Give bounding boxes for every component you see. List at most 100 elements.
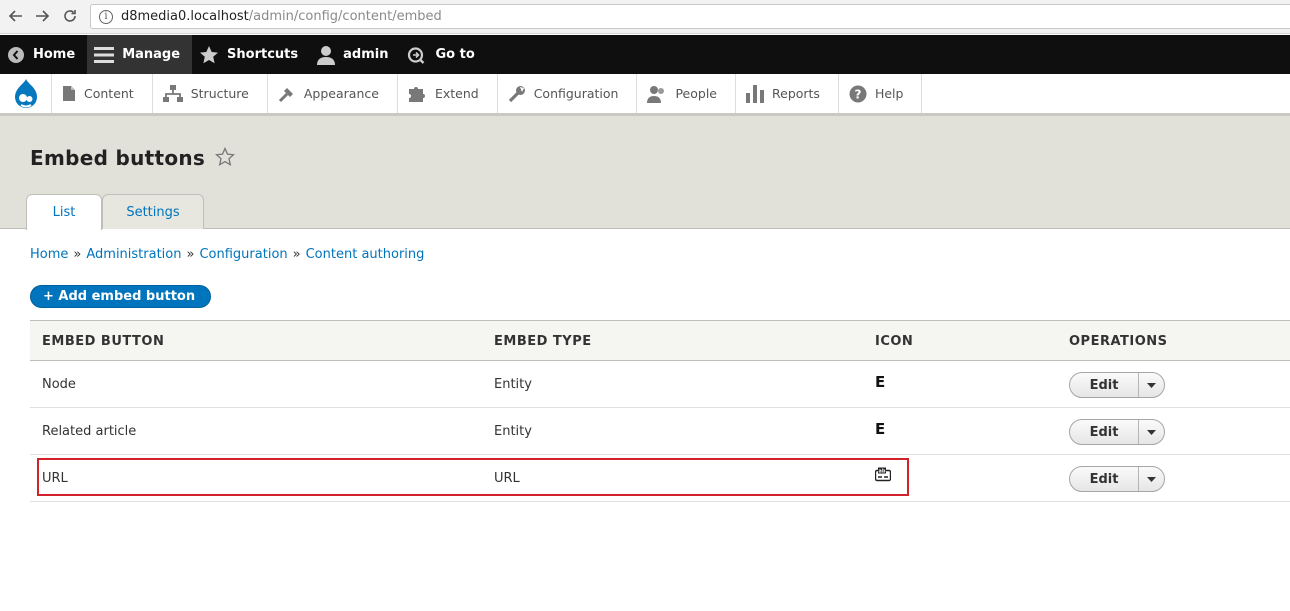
drupal-logo[interactable] (0, 74, 52, 113)
edit-button[interactable]: Edit (1070, 373, 1139, 397)
tab-list-label: List (52, 205, 76, 220)
tray-label-appearance: Appearance (303, 86, 379, 101)
arrow-left-icon (8, 10, 22, 22)
sitemap-icon (162, 85, 183, 102)
star-icon (200, 45, 219, 63)
page-header: Embed buttons List Settings (0, 116, 1290, 230)
row-type: Entity (494, 377, 532, 392)
tray-label-configuration: Configuration (533, 86, 619, 101)
url-path: /admin/config/content/embed (248, 9, 442, 24)
tray-label-help: Help (874, 86, 904, 101)
column-header-embed-type: EMBED TYPE (494, 334, 592, 349)
url-host: d8media0.localhost (121, 9, 249, 24)
shortcut-star-icon[interactable] (215, 147, 235, 167)
column-header-operations: OPERATIONS (1069, 334, 1168, 349)
dropbutton-toggle[interactable] (1139, 373, 1164, 397)
tab-list[interactable]: List (26, 194, 102, 230)
caret-down-icon (1147, 382, 1156, 388)
puzzle-icon (408, 86, 425, 102)
tray-item-configuration[interactable]: Configuration (498, 74, 638, 113)
toolbar-shortcuts-label: Shortcuts (227, 47, 299, 62)
edit-button[interactable]: Edit (1070, 420, 1139, 444)
admin-menu-tray: Content Structure Appearance Extend Conf… (0, 74, 1290, 116)
tray-label-extend: Extend (434, 86, 479, 101)
add-embed-button-label: + Add embed button (43, 289, 196, 304)
column-header-embed-button: EMBED BUTTON (42, 334, 165, 349)
tab-settings[interactable]: Settings (102, 194, 204, 229)
breadcrumb-separator: » (186, 247, 195, 262)
tray-item-extend[interactable]: Extend (398, 74, 498, 113)
entity-embed-icon: E (875, 420, 886, 438)
reload-button[interactable] (60, 6, 80, 26)
tray-item-appearance[interactable]: Appearance (268, 74, 398, 113)
row-type: Entity (494, 424, 532, 439)
breadcrumb-home[interactable]: Home (30, 247, 68, 262)
breadcrumb-separator: » (292, 247, 301, 262)
tray-label-reports: Reports (772, 86, 820, 101)
toolbar-user[interactable]: admin (310, 35, 400, 74)
brush-icon (278, 87, 293, 102)
highlight-box (37, 458, 909, 496)
svg-text:?: ? (854, 87, 861, 101)
admin-toolbar: Home Manage Shortcuts admin Go to (0, 35, 1290, 74)
tray-label-people: People (675, 86, 717, 101)
people-icon (647, 85, 665, 103)
entity-embed-icon: E (875, 373, 886, 391)
toolbar-shortcuts[interactable]: Shortcuts (192, 35, 310, 74)
tray-label-structure: Structure (190, 86, 249, 101)
table-row: Node Entity E Edit (30, 361, 1290, 408)
url-input[interactable]: i d8media0.localhost/admin/config/conten… (90, 4, 1290, 29)
edit-button-label: Edit (1089, 377, 1119, 393)
bar-chart-icon (746, 84, 764, 103)
dropbutton-toggle[interactable] (1139, 467, 1164, 491)
breadcrumb-content-authoring[interactable]: Content authoring (306, 247, 425, 262)
add-embed-button[interactable]: + Add embed button (30, 285, 211, 308)
goto-icon (408, 46, 425, 64)
row-name: Related article (42, 424, 137, 439)
table-header: EMBED BUTTON EMBED TYPE ICON OPERATIONS (30, 320, 1290, 361)
breadcrumb: Home » Administration » Configuration » Conten… (30, 247, 424, 262)
edit-button[interactable]: Edit (1070, 467, 1139, 491)
caret-down-icon (1147, 476, 1156, 482)
tray-item-structure[interactable]: Structure (153, 74, 268, 113)
back-circle-icon (8, 46, 24, 63)
operations-dropbutton: Edit (1069, 372, 1165, 398)
edit-button-label: Edit (1089, 471, 1119, 487)
user-icon (317, 45, 336, 65)
forward-button[interactable] (32, 6, 52, 26)
column-header-icon: ICON (875, 334, 914, 349)
tray-item-help[interactable]: ? Help (839, 74, 923, 113)
toolbar-goto-label: Go to (435, 47, 475, 62)
toolbar-home-label: Home (33, 47, 76, 62)
browser-address-bar: i d8media0.localhost/admin/config/conten… (0, 0, 1290, 34)
tray-item-people[interactable]: People (637, 74, 736, 113)
toolbar-manage[interactable]: Manage (87, 35, 193, 74)
file-icon (63, 86, 75, 101)
menu-icon (94, 46, 115, 63)
back-button[interactable] (6, 6, 26, 26)
operations-dropbutton: Edit (1069, 419, 1165, 445)
drupal-drop-icon (14, 78, 37, 108)
arrow-right-icon (36, 10, 50, 22)
page-title: Embed buttons (30, 146, 206, 170)
info-icon[interactable]: i (99, 9, 113, 24)
toolbar-manage-label: Manage (122, 47, 181, 62)
tray-item-content[interactable]: Content (52, 74, 153, 113)
toolbar-user-label: admin (343, 47, 389, 62)
toolbar-home[interactable]: Home (0, 35, 87, 74)
toolbar-goto[interactable]: Go to (400, 35, 486, 74)
reload-icon (64, 10, 76, 22)
tab-settings-label: Settings (126, 204, 180, 220)
breadcrumb-configuration[interactable]: Configuration (199, 247, 287, 262)
wrench-icon (508, 85, 525, 102)
breadcrumb-administration[interactable]: Administration (86, 247, 181, 262)
table-row: Related article Entity E Edit (30, 408, 1290, 455)
caret-down-icon (1147, 429, 1156, 435)
row-name: Node (42, 377, 76, 392)
breadcrumb-separator: » (73, 247, 82, 262)
help-icon: ? (849, 85, 867, 102)
tray-item-reports[interactable]: Reports (736, 74, 839, 113)
tray-label-content: Content (84, 86, 134, 101)
operations-dropbutton: Edit (1069, 466, 1165, 492)
dropbutton-toggle[interactable] (1139, 420, 1164, 444)
